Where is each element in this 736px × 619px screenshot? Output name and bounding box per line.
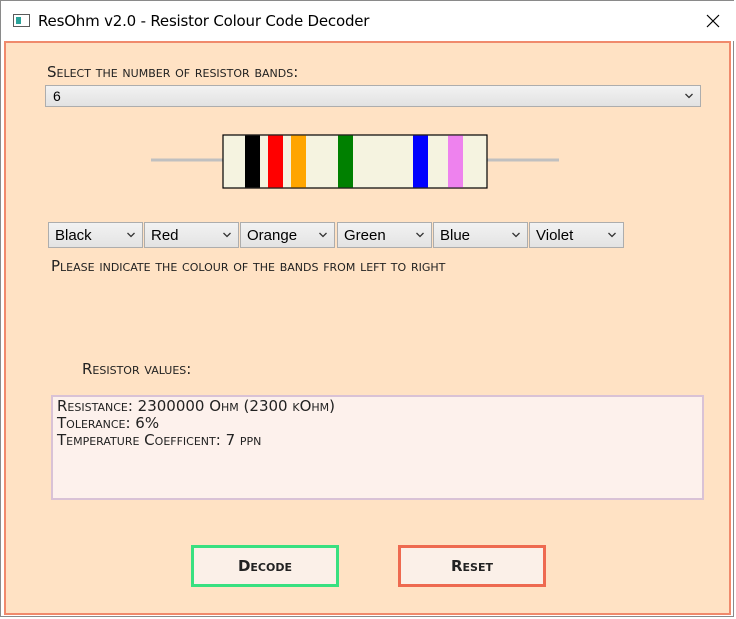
resistance-line: Resistance: 2300000 Ohm (2300 kOhm) <box>57 397 335 415</box>
band-4-color-value: Green <box>344 227 386 244</box>
band-2-color-select[interactable]: Red <box>144 222 239 248</box>
app-icon <box>13 14 30 27</box>
band-count-select[interactable]: 6 <box>45 85 701 107</box>
chevron-down-icon <box>319 232 327 238</box>
band-4-color-select[interactable]: Green <box>337 222 432 248</box>
app-window: ResOhm v2.0 - Resistor Colour Code Decod… <box>0 0 735 617</box>
resistor-band-5 <box>413 135 428 188</box>
close-icon <box>706 14 720 28</box>
chevron-down-icon <box>685 93 693 99</box>
main-panel: Select the number of resistor bands: 6 B… <box>4 41 731 615</box>
resistor-band-1 <box>245 135 260 188</box>
results-label: Resistor values: <box>82 360 192 378</box>
band-5-color-value: Blue <box>440 227 471 244</box>
band-3-color-value: Orange <box>247 227 298 244</box>
band-6-color-value: Violet <box>536 227 574 244</box>
chevron-down-icon <box>127 232 135 238</box>
band-1-color-value: Black <box>55 227 92 244</box>
band-count-label: Select the number of resistor bands: <box>47 63 299 81</box>
chevron-down-icon <box>512 232 520 238</box>
chevron-down-icon <box>223 232 231 238</box>
decode-button[interactable]: Decode <box>191 545 339 587</box>
band-5-color-select[interactable]: Blue <box>433 222 528 248</box>
band-3-color-select[interactable]: Orange <box>240 222 335 248</box>
results-output[interactable]: Resistance: 2300000 Ohm (2300 kOhm) Tole… <box>51 395 704 500</box>
band-2-color-value: Red <box>151 227 179 244</box>
instructions-text: Please indicate the colour of the bands … <box>51 257 446 275</box>
title-bar[interactable]: ResOhm v2.0 - Resistor Colour Code Decod… <box>1 1 735 41</box>
resistor-band-2 <box>268 135 283 188</box>
window-title: ResOhm v2.0 - Resistor Colour Code Decod… <box>38 12 370 30</box>
resistor-band-3 <box>291 135 306 188</box>
band-1-color-select[interactable]: Black <box>48 222 143 248</box>
chevron-down-icon <box>416 232 424 238</box>
band-count-value: 6 <box>53 88 61 104</box>
band-6-color-select[interactable]: Violet <box>529 222 624 248</box>
resistor-band-4 <box>338 135 353 188</box>
temperature-coefficient-line: Temperature Coefficent: 7 ppn <box>57 431 262 449</box>
close-button[interactable] <box>691 1 735 41</box>
resistor-body <box>222 134 488 189</box>
reset-button[interactable]: Reset <box>398 545 546 587</box>
chevron-down-icon <box>608 232 616 238</box>
tolerance-line: Tolerance: 6% <box>57 414 160 432</box>
resistor-diagram <box>151 134 559 189</box>
resistor-band-6 <box>448 135 463 188</box>
